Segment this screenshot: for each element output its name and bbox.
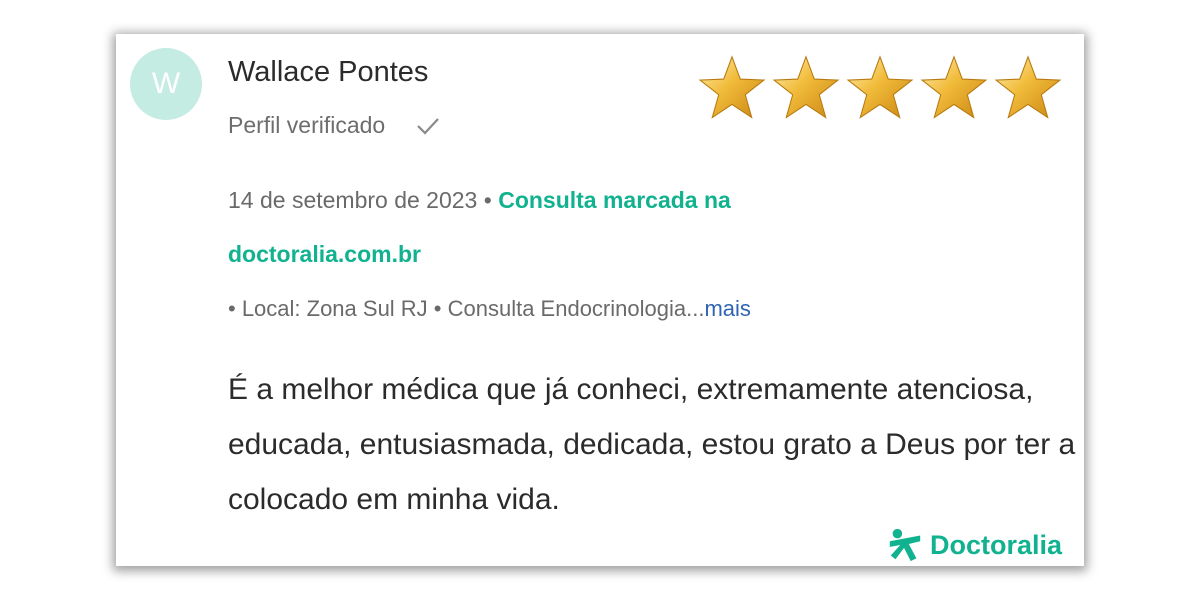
check-icon [417, 117, 440, 135]
reviewer-name[interactable]: Wallace Pontes [228, 56, 428, 89]
verified-profile: Perfil verificado [228, 112, 441, 139]
review-meta-date: 14 de setembro de 2023 • Consulta marcad… [228, 187, 731, 214]
star-icon [920, 55, 988, 119]
meta-separator: • [477, 187, 499, 213]
doctoralia-brand: Doctoralia [886, 526, 1062, 564]
review-text: É a melhor médica que já conheci, extrem… [228, 373, 1076, 516]
star-rating [696, 54, 1064, 124]
review-card: W Wallace Pontes Perfil verificado 14 de… [116, 34, 1084, 566]
star-icon [846, 55, 914, 119]
doctoralia-logo-icon [889, 528, 921, 562]
review-details: • Local: Zona Sul RJ • Consulta Endocrin… [228, 296, 705, 321]
avatar-letter: W [151, 67, 181, 100]
booking-link-prefix[interactable]: Consulta marcada na [498, 187, 731, 213]
avatar: W [130, 48, 202, 120]
brand-name: Doctoralia [930, 529, 1063, 560]
verified-label: Perfil verificado [228, 112, 386, 138]
star-icon [772, 55, 840, 119]
review-date: 14 de setembro de 2023 [228, 187, 478, 213]
review-meta-details: • Local: Zona Sul RJ • Consulta Endocrin… [228, 296, 751, 322]
star-icon [994, 55, 1062, 119]
star-icon [698, 55, 766, 119]
more-link[interactable]: mais [704, 296, 750, 321]
booking-link-site[interactable]: doctoralia.com.br [228, 241, 421, 267]
review-meta-site: doctoralia.com.br [228, 241, 421, 268]
